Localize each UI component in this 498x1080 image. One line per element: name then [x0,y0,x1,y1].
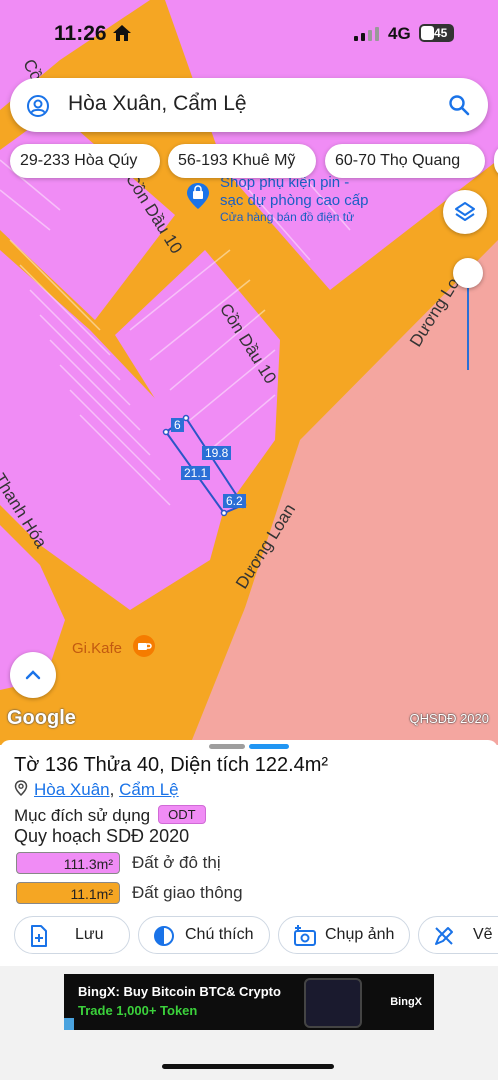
coffee-icon [133,635,155,657]
chip-suggestion-overflow[interactable] [494,144,498,178]
status-time: 11:26 [54,22,107,45]
draw-icon [435,927,453,945]
ad-brand: BingX [390,996,422,1008]
draw-button[interactable]: Vẽ [418,916,498,954]
legend-label: Đất ở đô thị [132,853,221,872]
dimension-label-top: 6 [171,418,184,432]
ad-line1: BingX: Buy Bitcoin BTC& Crypto [78,984,281,999]
ward-link[interactable]: Hòa Xuân [34,780,110,799]
action-buttons: Lưu Chú thích Chụp ảnh Vẽ [0,916,498,956]
land-purpose-badge: ODT [158,805,206,824]
expand-button[interactable] [10,652,56,698]
ad-area: BingX: Buy Bitcoin BTC& Crypto Trade 1,0… [0,966,498,1080]
battery-icon: 45 [419,24,454,42]
parcel-title: Tờ 136 Thửa 40, Diện tích 122.4m² [14,754,329,776]
chevron-up-icon [25,670,41,680]
capture-button[interactable]: Chụp ảnh [278,916,410,954]
ad-phone-image [304,978,362,1028]
map-view[interactable]: 6 19.8 21.1 6.2 Cồn Cồn Dầu 10 Cồn Dầu 1… [0,0,498,745]
location-pin-icon [14,780,28,797]
capture-label: Chụp ảnh [325,926,395,943]
layers-icon [455,202,475,221]
battery-level: 45 [434,26,448,40]
contrast-icon [154,926,174,946]
sheet-handle-left[interactable] [209,744,245,749]
legend-button[interactable]: Chú thích [138,916,270,954]
map-layer-label: QHSDĐ 2020 [409,711,489,726]
parcel-location: Hòa Xuân, Cẩm Lệ [14,780,179,800]
chip-suggestion[interactable]: 60-70 Thọ Quang [325,144,485,178]
legend-area-bar: 11.1m² [16,882,120,904]
save-button[interactable]: Lưu [14,916,130,954]
land-purpose: Mục đích sử dụng ODT [14,805,206,826]
parcel-info-sheet: Tờ 136 Thửa 40, Diện tích 122.4m² Hòa Xu… [0,740,498,966]
search-icon[interactable] [448,94,470,116]
dimension-label-right: 19.8 [202,446,232,460]
suggestion-chips: 29-233 Hòa Qúy 56-193 Khuê Mỹ 60-70 Thọ … [10,144,498,178]
plan-title: Quy hoạch SDĐ 2020 [14,826,190,846]
dimension-label-bottom: 6.2 [223,494,246,508]
dimension-label-left: 21.1 [181,466,211,480]
land-purpose-label: Mục đích sử dụng [14,806,151,825]
chip-suggestion[interactable]: 29-233 Hòa Qúy [10,144,160,178]
search-query[interactable]: Hòa Xuân, Cẩm Lệ [68,92,247,116]
add-file-icon [31,925,47,947]
location-separator: , [109,780,115,799]
search-bar[interactable]: Hòa Xuân, Cẩm Lệ [10,78,488,132]
opacity-slider-handle[interactable] [453,258,483,288]
layers-button[interactable] [443,190,487,234]
chip-suggestion[interactable]: 56-193 Khuê Mỹ [168,144,316,178]
poi-cafe-name: Gi.Kafe [72,640,123,657]
home-icon [113,25,131,41]
home-indicator[interactable] [162,1064,334,1069]
draw-label: Vẽ [473,926,493,943]
shopping-bag-icon [187,183,209,209]
legend-area-bar: 111.3m² [16,852,120,874]
ad-banner[interactable]: BingX: Buy Bitcoin BTC& Crypto Trade 1,0… [64,974,434,1030]
network-type: 4G [388,24,411,43]
ad-line2: Trade 1,000+ Token [78,1003,198,1018]
signal-icon [354,27,379,41]
user-icon[interactable] [26,94,50,118]
save-label: Lưu [75,926,104,943]
camera-add-icon [294,925,316,946]
district-link[interactable]: Cẩm Lệ [119,780,179,799]
sheet-handle-right[interactable] [249,744,289,749]
legend-label-text: Chú thích [185,926,254,943]
status-bar: 11:26 4G 45 [0,0,498,66]
poi-shop-category: Cửa hàng bán đồ điện tử [220,210,355,224]
google-logo: Google [7,707,76,729]
ad-info-icon[interactable] [64,1018,74,1030]
poi-shop-name-line2: sạc dự phòng cao cấp [220,192,369,209]
legend-label: Đất giao thông [132,883,243,902]
